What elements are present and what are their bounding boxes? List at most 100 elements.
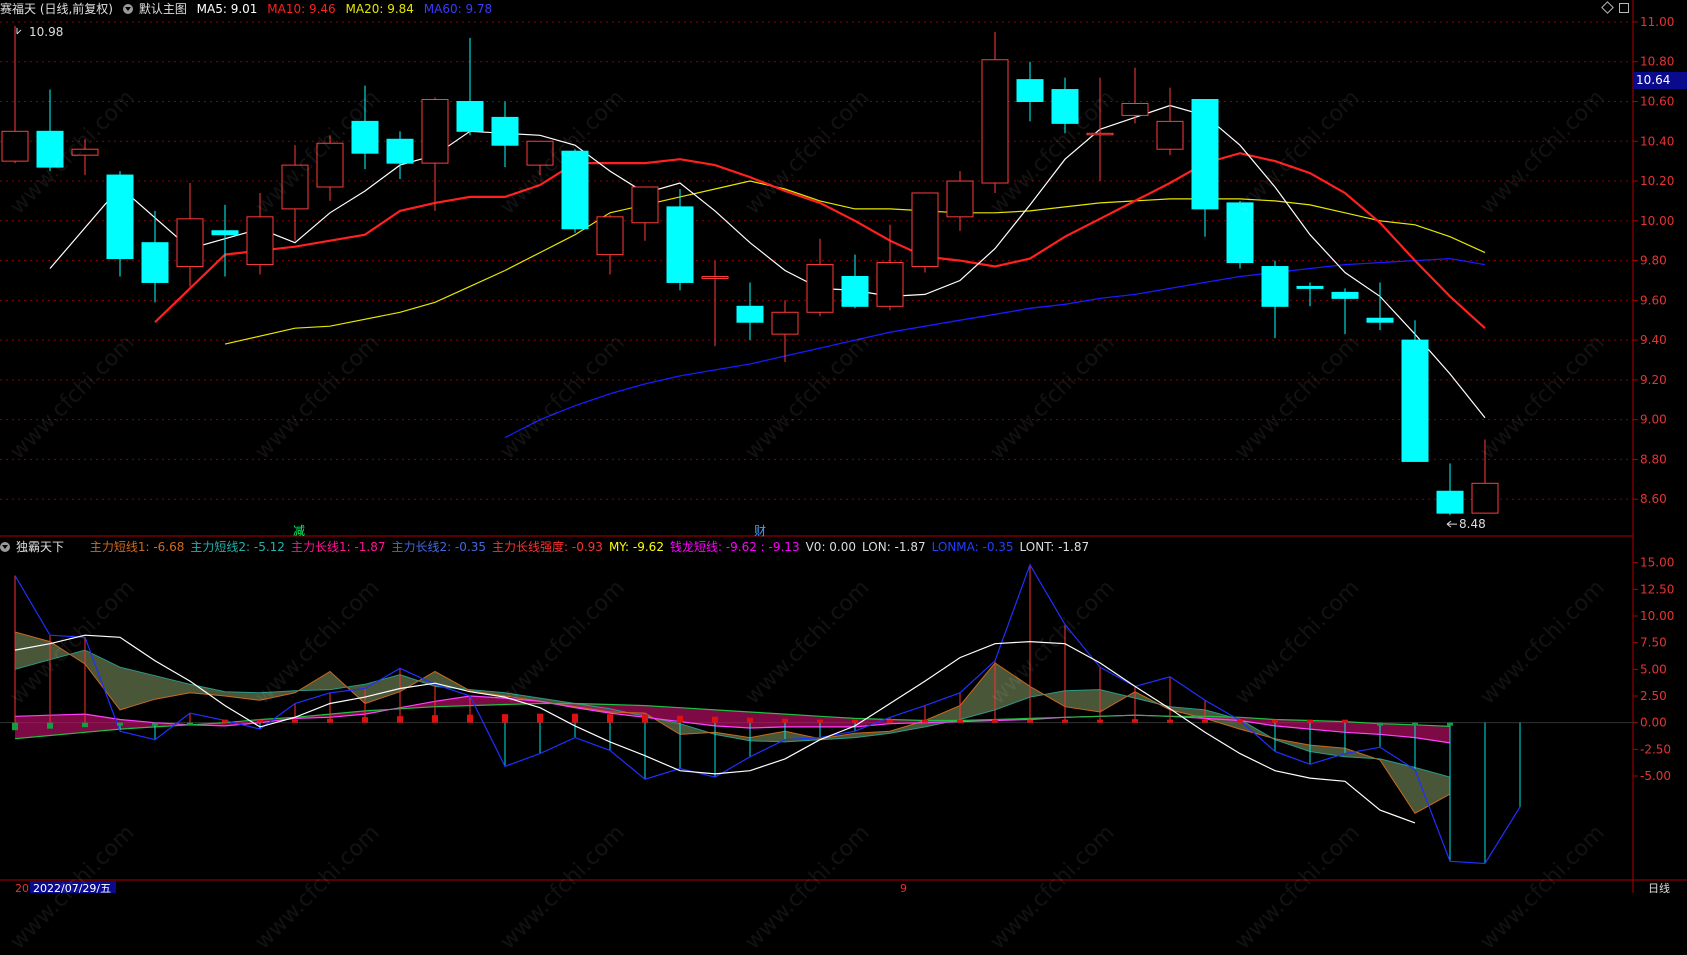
indicator-value-5: MY: -9.62: [608, 540, 664, 554]
y-tick-label: -2.50: [1640, 742, 1671, 756]
chart-stage: 11.00 10.80 10.60 10.40 10.20 10.00 9.80 9.60 9.…: [0, 0, 1687, 955]
y-tick-label: 9.00: [1640, 413, 1667, 427]
ma60-line: [504, 257, 1486, 439]
strength-bar: [362, 717, 368, 723]
indicator-value-4: 主力长线强度: -0.93: [492, 540, 603, 554]
strength-bar: [1307, 719, 1313, 723]
strength-bar: [187, 722, 193, 726]
candle-body: [1366, 317, 1394, 323]
indicator-value-0: 主力短线1: -6.68: [89, 540, 185, 554]
square-icon[interactable]: [1619, 3, 1629, 13]
strength-bar: [607, 714, 613, 723]
strength-bar: [677, 715, 683, 723]
strength-bar: [1447, 722, 1453, 726]
candle-body: [1226, 202, 1254, 264]
ma20-value: MA20: 9.84: [345, 2, 414, 16]
candle-body: [71, 148, 99, 156]
low-arrow: [1446, 520, 1457, 528]
candle-body: [596, 216, 624, 256]
indicator-name[interactable]: 独霸天下: [16, 540, 64, 554]
candle-body: [1261, 266, 1289, 307]
strength-bar: [152, 722, 158, 726]
chart-canvas[interactable]: 11.00 10.80 10.60 10.40 10.20 10.00 9.80 9.60 9.…: [0, 0, 1687, 895]
main-chart-label[interactable]: 默认主图: [139, 2, 187, 16]
strength-bar: [47, 722, 53, 729]
strength-bar: [537, 713, 543, 723]
y-tick-label: -5.00: [1640, 769, 1671, 783]
candle-body: [141, 242, 169, 283]
stock-title[interactable]: 赛福天 (日线,前复权): [0, 2, 113, 16]
y-tick-label: 7.50: [1640, 636, 1667, 650]
y-tick-label: 15.00: [1640, 556, 1674, 570]
main-chart-header: 赛福天 (日线,前复权) 默认主图 MA5: 9.01 MA10: 9.46 M…: [0, 0, 498, 18]
indicator-value-9: LONMA: -0.35: [931, 540, 1014, 554]
marker-jian: 减: [293, 524, 305, 538]
candle-body: [281, 164, 309, 210]
dropdown-icon[interactable]: [0, 542, 10, 552]
strength-bar: [12, 722, 18, 731]
strength-bar: [887, 719, 893, 723]
candle-body: [176, 218, 204, 268]
indicator-value-2: 主力长线1: -1.87: [290, 540, 386, 554]
candle-body: [1471, 482, 1499, 514]
candle-body: [1051, 89, 1079, 124]
strength-bar: [467, 714, 473, 723]
indicator-value-1: 主力短线2: -5.12: [190, 540, 285, 554]
y-tick-label: 9.40: [1640, 333, 1667, 347]
ma5-value: MA5: 9.01: [196, 2, 258, 16]
strength-bar: [1202, 719, 1208, 723]
candle-body: [911, 192, 939, 268]
low-label: 8.48: [1459, 517, 1486, 531]
candle-body: [36, 130, 64, 168]
strength-bar: [782, 718, 788, 723]
candle-body: [1436, 490, 1464, 514]
candle-body: [806, 264, 834, 313]
y-tick-label: 5.00: [1640, 662, 1667, 676]
candle-body: [771, 311, 799, 335]
candle-body: [666, 206, 694, 283]
strength-bar: [1377, 722, 1383, 726]
candle-body: [526, 140, 554, 166]
candle-body: [456, 100, 484, 132]
y-tick-label: 8.80: [1640, 452, 1667, 466]
indicator-value-6: 钱龙短线: -9.62 : -9.13: [669, 540, 800, 554]
strength-bar: [432, 715, 438, 723]
candle-body: [701, 275, 729, 279]
strength-bar: [1342, 719, 1348, 723]
strength-bar: [922, 719, 928, 723]
y-tick-label: 10.40: [1640, 134, 1674, 148]
strength-bar: [1062, 719, 1068, 723]
y-tick-label: 9.20: [1640, 373, 1667, 387]
strength-bar: [957, 719, 963, 723]
y-tick-label: 12.50: [1640, 582, 1674, 596]
strength-bar: [82, 722, 88, 728]
candle-body: [1121, 102, 1149, 116]
y-tick-label: 11.00: [1640, 15, 1674, 29]
strength-bar: [327, 718, 333, 723]
candle-body: [421, 98, 449, 164]
high-label: 10.98: [29, 25, 63, 39]
candle-body: [386, 138, 414, 164]
high-arrow: [16, 27, 22, 35]
candle-body: [1156, 120, 1184, 150]
price-tag: 10.64: [1633, 72, 1687, 89]
candle-body: [316, 142, 344, 188]
y-tick-label: 10.60: [1640, 94, 1674, 108]
strength-bar: [502, 714, 508, 723]
strength-bar: [1097, 719, 1103, 723]
y-tick-label: 9.80: [1640, 254, 1667, 268]
candle-body: [1331, 291, 1359, 299]
candle-body: [351, 120, 379, 154]
candle-body: [1016, 79, 1044, 102]
dropdown-icon[interactable]: [122, 4, 133, 14]
candle-body: [561, 150, 589, 230]
candle-body: [1296, 285, 1324, 289]
y-tick-label: 9.60: [1640, 293, 1667, 307]
candle-body: [981, 59, 1009, 184]
candle-body: [1086, 132, 1114, 136]
candle-body: [246, 216, 274, 266]
candle-body: [1401, 339, 1429, 462]
y-tick-label: 10.00: [1640, 214, 1674, 228]
candle-body: [736, 305, 764, 323]
strength-bar: [257, 719, 263, 723]
